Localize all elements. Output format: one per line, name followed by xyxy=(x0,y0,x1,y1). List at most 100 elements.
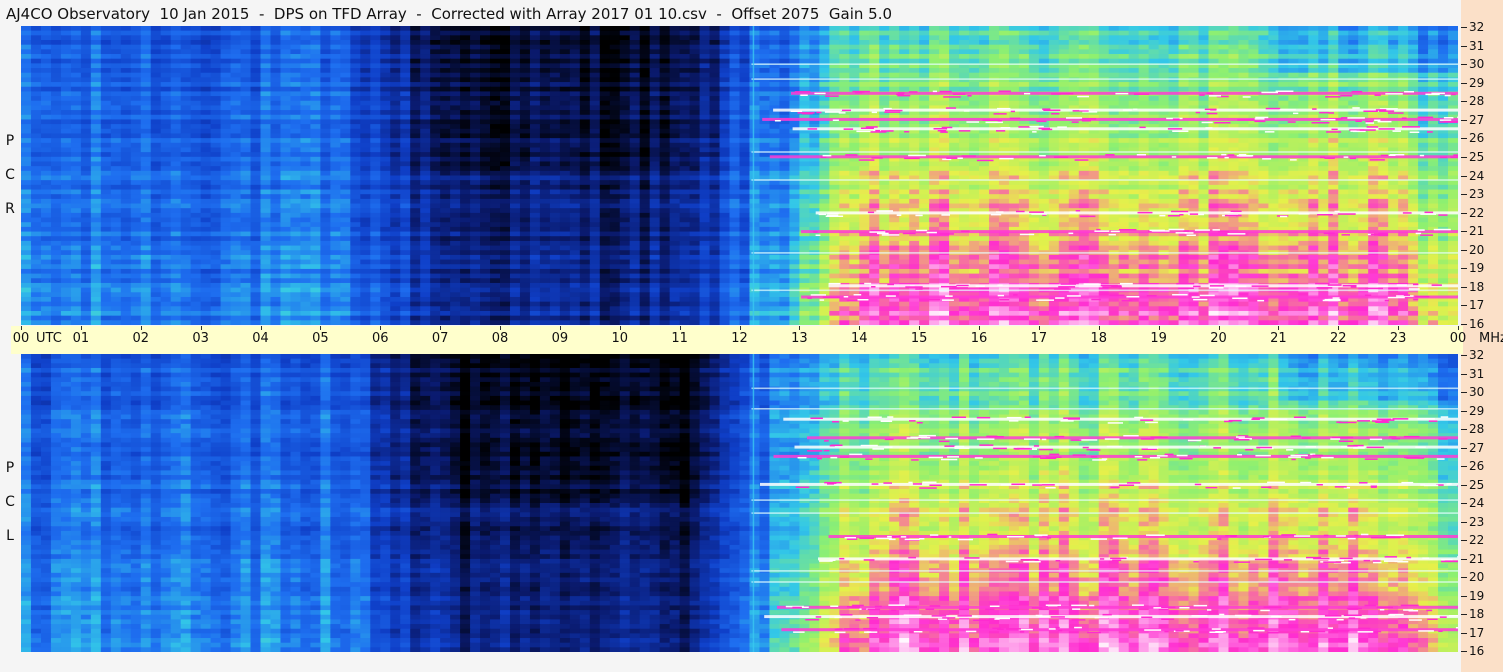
spectrogram-cell xyxy=(1128,161,1140,167)
spectrogram-cell xyxy=(979,100,990,107)
spectrogram-cell xyxy=(719,30,731,36)
spectrogram-cell xyxy=(80,110,92,116)
spectrogram-cell xyxy=(110,184,122,191)
spectrogram-cell xyxy=(1328,180,1339,186)
spectrogram-cell xyxy=(100,49,112,55)
spectrogram-cell xyxy=(70,147,82,153)
spectrogram-cell xyxy=(879,133,890,139)
spectrogram-cell xyxy=(1288,82,1299,88)
spectrogram-cell xyxy=(410,72,421,78)
spectrogram-cell xyxy=(400,175,411,181)
spectrogram-cell xyxy=(230,82,242,88)
spectrogram-cell xyxy=(719,114,731,121)
spectrogram-cell xyxy=(988,30,1000,36)
spectrogram-cell xyxy=(340,96,351,102)
spectrogram-cell xyxy=(210,35,222,41)
spectrogram-cell xyxy=(380,156,391,163)
spectrogram-cell xyxy=(360,114,371,121)
spectrogram-cell xyxy=(749,91,761,97)
spectrogram-cell xyxy=(539,114,551,121)
spectrogram-cell xyxy=(729,100,741,107)
spectrogram-cell xyxy=(1438,170,1449,177)
spectrogram-cell xyxy=(1158,86,1170,92)
spectrogram-cell xyxy=(450,68,461,74)
spectrogram-cell xyxy=(330,133,341,139)
spectrogram-cell xyxy=(230,91,242,97)
spectrogram-cell xyxy=(1438,138,1449,144)
spectrogram-cell xyxy=(480,152,491,158)
spectrogram-cell xyxy=(629,138,641,144)
spectrogram-cell xyxy=(170,100,182,107)
spectrogram-cell xyxy=(839,77,850,83)
spectrogram-cell xyxy=(70,68,82,74)
spectrogram-cell xyxy=(1368,96,1379,102)
spectrogram-cell xyxy=(1078,133,1090,139)
spectrogram-cell xyxy=(180,142,192,149)
spectrogram-cell xyxy=(320,49,331,55)
spectrogram-cell xyxy=(400,77,411,83)
spectrogram-cell xyxy=(300,105,311,111)
spectrogram-cell xyxy=(330,26,341,32)
spectrogram-cell xyxy=(340,110,351,116)
rcp-spectrogram xyxy=(21,26,1458,325)
spectrogram-cell xyxy=(619,100,631,107)
spectrogram-cell xyxy=(849,26,860,32)
spectrogram-cell xyxy=(819,30,830,36)
spectrogram-cell xyxy=(879,58,890,64)
spectrogram-cell xyxy=(230,166,242,172)
spectrogram-cell xyxy=(160,175,172,181)
spectrogram-cell xyxy=(60,54,72,60)
spectrogram-cell xyxy=(1068,161,1080,167)
spectrogram-cell xyxy=(1208,68,1220,74)
spectrogram-cell xyxy=(998,77,1010,83)
spectrogram-cell xyxy=(1088,180,1100,186)
spectrogram-cell xyxy=(1118,82,1130,88)
spectrogram-cell xyxy=(519,114,531,121)
spectrogram-cell xyxy=(490,77,501,83)
spectrogram-cell xyxy=(1388,44,1399,50)
spectrogram-cell xyxy=(1418,58,1429,64)
spectrogram-cell xyxy=(629,184,641,191)
spectrogram-cell xyxy=(1368,142,1379,149)
spectrogram-cell xyxy=(220,156,232,163)
spectrogram-cell xyxy=(1338,161,1349,167)
spectrogram-cell xyxy=(150,58,162,64)
spectrogram-cell xyxy=(280,133,292,139)
spectrogram-cell xyxy=(1248,68,1260,74)
spectrogram-cell xyxy=(70,82,82,88)
spectrogram-cell xyxy=(1148,82,1160,88)
spectrogram-cell xyxy=(509,128,521,135)
spectrogram-cell xyxy=(689,110,701,116)
spectrogram-cell xyxy=(310,180,321,186)
spectrogram-cell xyxy=(1368,86,1379,92)
spectrogram-cell xyxy=(1388,142,1399,149)
spectrogram-cell xyxy=(759,105,771,111)
spectrogram-cell xyxy=(400,142,411,149)
spectrogram-cell xyxy=(1298,180,1309,186)
spectrogram-cell xyxy=(430,114,441,121)
spectrogram-cell xyxy=(679,152,691,158)
spectrogram-cell xyxy=(500,35,511,41)
spectrogram-cell xyxy=(879,77,890,83)
spectrogram-cell xyxy=(809,82,820,88)
spectrogram-cell xyxy=(849,77,860,83)
spectrogram-cell xyxy=(599,49,611,55)
spectrogram-cell xyxy=(350,119,361,125)
spectrogram-cell xyxy=(1158,30,1170,36)
spectrogram-cell xyxy=(150,110,162,116)
spectrogram-cell xyxy=(160,128,172,135)
spectrogram-cell xyxy=(380,40,391,46)
spectrogram-cell xyxy=(50,77,62,83)
spectrogram-cell xyxy=(939,161,950,167)
spectrogram-cell xyxy=(1288,30,1299,36)
spectrogram-cell xyxy=(21,82,32,88)
spectrogram-cell xyxy=(170,54,182,60)
spectrogram-cell xyxy=(1308,44,1319,50)
spectrogram-cell xyxy=(729,124,741,130)
spectrogram-cell xyxy=(40,133,52,139)
spectrogram-cell xyxy=(559,40,571,46)
spectrogram-cell xyxy=(290,49,302,55)
spectrogram-cell xyxy=(609,114,621,121)
spectrogram-cell xyxy=(919,184,930,191)
spectrogram-cell xyxy=(1028,100,1040,107)
